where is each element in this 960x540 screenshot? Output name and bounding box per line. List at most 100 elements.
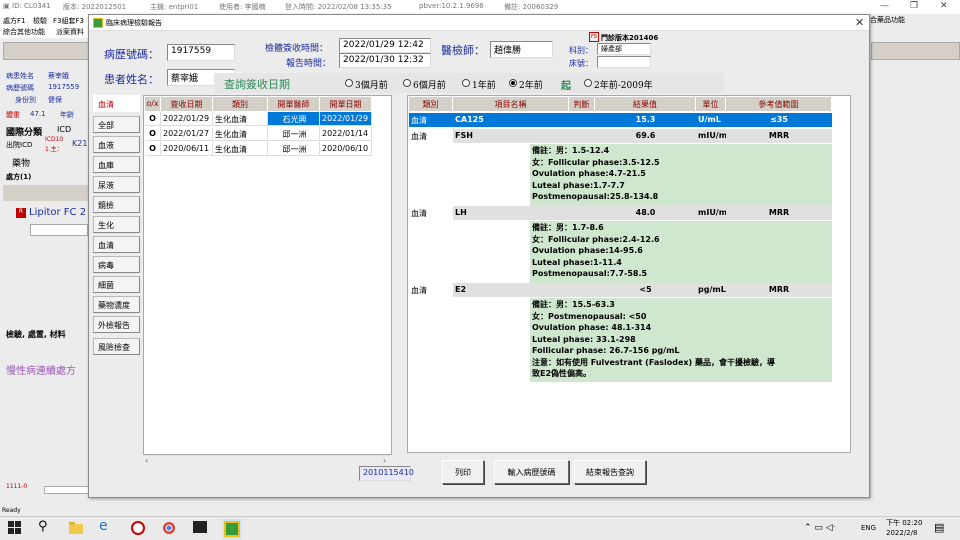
- close-icon[interactable]: ✕: [855, 16, 864, 29]
- close-icon[interactable]: ✕: [940, 1, 948, 11]
- terminal-icon[interactable]: [193, 521, 209, 537]
- bg-weight-label: 體重: [6, 111, 20, 119]
- bg-exam: 檢驗, 處置, 材料: [6, 330, 66, 339]
- radio-6m-label: 6個月前: [413, 81, 446, 91]
- chrome-icon[interactable]: [162, 521, 178, 537]
- category-biochem[interactable]: 生化: [93, 216, 140, 233]
- radio-2y-2009[interactable]: [584, 79, 592, 87]
- order-col-doctor: 開單醫師: [268, 97, 320, 111]
- note-line: 女：Follicular phase:2.4-12.6: [532, 234, 660, 244]
- category-bloodbank[interactable]: 血庫: [93, 156, 140, 173]
- query-strip: 查詢簽收日期 3個月前 6個月前 1年前 2年前 起 2年前-2009年: [214, 73, 724, 93]
- radio-3m-label: 3個月前: [355, 81, 388, 91]
- radio-6m[interactable]: [403, 79, 411, 87]
- result-item: FSH: [453, 129, 569, 143]
- radio-2y[interactable]: [509, 79, 517, 87]
- bg-discharge-icd: 出院ICD: [6, 141, 33, 149]
- app-icon-1[interactable]: [131, 521, 147, 537]
- category-microscopy[interactable]: 鏡檢: [93, 196, 140, 213]
- clock-time[interactable]: 下午 02:20: [886, 518, 922, 528]
- order-col-type: 類別: [213, 97, 268, 111]
- result-cat: 血清: [411, 209, 427, 218]
- scroll-left-icon[interactable]: ‹: [145, 456, 148, 465]
- clock-date[interactable]: 2022/2/8: [886, 529, 917, 537]
- bg-age-label: 年齡: [60, 111, 74, 119]
- note-line: Luteal phase:1-11.4: [532, 257, 622, 267]
- ime-lang[interactable]: ENG: [861, 524, 876, 532]
- dept-label: 科別：: [569, 46, 593, 55]
- minimize-icon[interactable]: —: [880, 1, 889, 11]
- category-all[interactable]: 全部: [93, 116, 140, 133]
- result-flag: [569, 283, 595, 297]
- menu-other[interactable]: 綜合其他功能: [3, 27, 45, 37]
- menu-dispatch[interactable]: 派案資料: [56, 27, 84, 37]
- status-bar: Ready: [0, 507, 960, 516]
- category-urine[interactable]: 尿液: [93, 176, 140, 193]
- result-flag: [569, 129, 595, 143]
- category-external[interactable]: 外檢報告: [93, 316, 140, 333]
- order-type: 生化血清: [213, 127, 268, 141]
- category-virus[interactable]: 病毒: [93, 256, 140, 273]
- radio-3m[interactable]: [345, 79, 353, 87]
- results-grid: 類別 項目名稱 判斷 結果值 單位 參考值範圍 血清 CA125 15.3 U/…: [407, 95, 851, 453]
- result-item: E2: [453, 283, 569, 297]
- menu-set[interactable]: F3組套F3: [53, 16, 84, 26]
- result-value: 15.3: [595, 113, 696, 127]
- bg-main: 1.主：: [45, 146, 63, 153]
- order-col-ox: o/x: [145, 97, 161, 111]
- order-ox: O: [145, 112, 161, 126]
- menu-prescription[interactable]: 處方F1: [3, 16, 25, 26]
- start-label: 起: [561, 81, 571, 92]
- bg-record: 1917559: [48, 83, 80, 91]
- result-unit: pg/mL: [696, 283, 726, 297]
- category-drug-level[interactable]: 藥物濃度: [93, 296, 140, 313]
- bg-k21: K21: [72, 139, 88, 148]
- notification-icon[interactable]: ▤: [934, 521, 944, 534]
- ie-icon[interactable]: e: [99, 518, 115, 534]
- restore-icon[interactable]: ❐: [910, 1, 918, 11]
- his-app-icon[interactable]: [223, 519, 241, 539]
- menu-drug-func[interactable]: 合藥品功能: [870, 15, 905, 25]
- menu-lab[interactable]: 檢驗: [33, 16, 47, 26]
- order-order-date: 2020/06/10: [320, 142, 372, 156]
- bg-record-label: 病歷號碼: [6, 84, 34, 92]
- scroll-right-icon[interactable]: ›: [383, 456, 386, 465]
- dialog-title-bar: 臨床病理檢驗報告 ✕: [89, 15, 869, 31]
- order-date: 2020/06/11: [161, 142, 213, 156]
- radio-1y[interactable]: [462, 79, 470, 87]
- main-title-bar: ▣ ID: CL0341 版本: 2022012501 主機: entpri01…: [0, 0, 960, 14]
- main-menu-bar: 處方F1 檢驗 F3組套F3 綜合其他功能 派案資料: [0, 14, 90, 38]
- record-no-field[interactable]: 1917559: [167, 44, 235, 61]
- order-ox: O: [145, 127, 161, 141]
- category-serum-active[interactable]: 血清: [93, 95, 140, 112]
- bg-name-label: 病患姓名: [6, 72, 34, 80]
- tray-icons[interactable]: ⌃ ▭ ◁ᐧ: [804, 523, 835, 533]
- end-query-button[interactable]: 結束報告查詢: [574, 460, 646, 484]
- explorer-icon[interactable]: [68, 521, 84, 537]
- note-line: 備註：男：1.7-8.6: [532, 223, 604, 232]
- order-number: 2010115410: [359, 466, 414, 481]
- order-date: 2022/01/29: [161, 112, 213, 126]
- order-date: 2022/01/27: [161, 127, 213, 141]
- note-line: Ovulation phase: 48.1-314: [532, 323, 652, 332]
- result-value: 48.0: [595, 206, 696, 220]
- report-time-field: 2022/01/30 12:32: [339, 53, 431, 68]
- windows-start-icon[interactable]: [8, 521, 24, 537]
- order-hscrollbar[interactable]: ‹ ›: [145, 455, 391, 465]
- radio-1y-label: 1年前: [472, 81, 496, 91]
- doctor-field: 趙偉勝: [490, 41, 553, 58]
- bg-intl: 國際分類: [6, 128, 43, 138]
- category-blood[interactable]: 血液: [93, 136, 140, 153]
- bg-prescription: 處方(1): [6, 173, 32, 181]
- bg-chronic: 慢性病連續處方: [6, 366, 76, 377]
- enter-record-button[interactable]: 輸入病歷號碼: [494, 460, 569, 484]
- category-risk[interactable]: 風險檢查: [93, 338, 140, 355]
- result-col-unit: 單位: [696, 97, 726, 111]
- print-button[interactable]: 列印: [442, 460, 484, 484]
- category-serum[interactable]: 血清: [93, 236, 140, 253]
- search-icon[interactable]: ⚲: [38, 519, 54, 535]
- bg-drug: 藥物: [12, 159, 31, 169]
- note-line: 注意：如有使用 Fulvestrant (Faslodex) 藥品，會干擾檢驗，…: [532, 357, 775, 367]
- e2-note: 備註：男：15.5-63.3 女：Postmenopausal: <50 Ovu…: [530, 298, 832, 382]
- category-bacteria[interactable]: 細菌: [93, 276, 140, 293]
